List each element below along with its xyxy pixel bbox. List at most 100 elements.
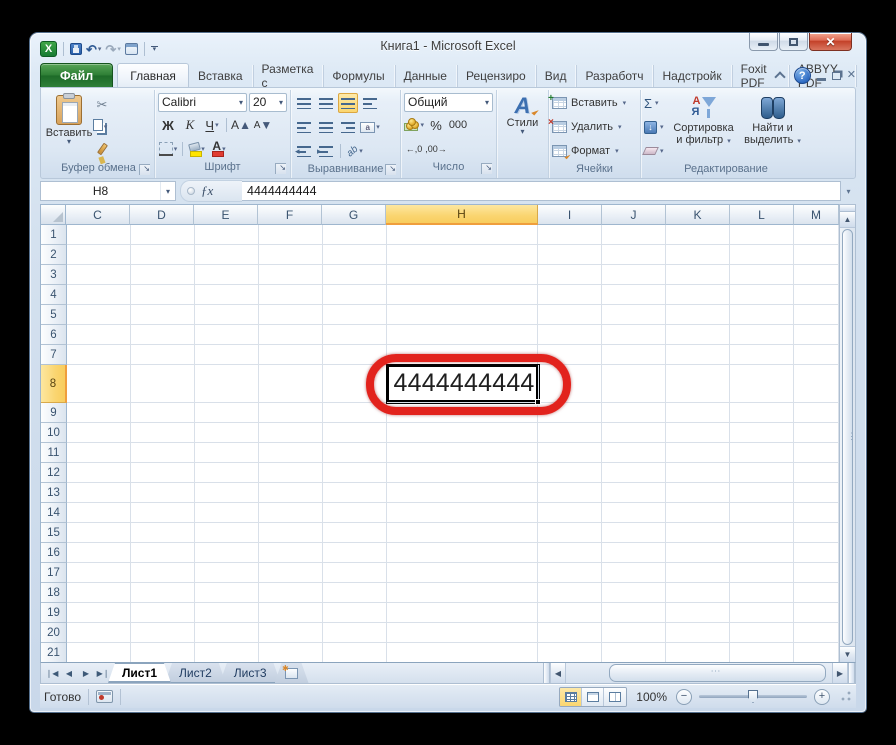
grid-cell[interactable]	[538, 503, 602, 523]
grid-cell[interactable]	[259, 285, 323, 305]
grid-cell[interactable]	[67, 563, 131, 583]
row-header[interactable]: 10	[41, 423, 67, 443]
font-family-select[interactable]: Calibri▾	[158, 93, 247, 112]
grid-cell[interactable]	[195, 623, 259, 643]
grid-cell[interactable]	[730, 463, 794, 483]
grid-cell[interactable]	[259, 443, 323, 463]
grid-cell[interactable]	[67, 403, 131, 423]
grid-cell[interactable]	[538, 623, 602, 643]
column-header[interactable]: I	[538, 205, 602, 225]
column-header[interactable]: D	[130, 205, 194, 225]
grid-cell[interactable]	[323, 443, 387, 463]
column-header[interactable]: F	[258, 205, 322, 225]
grid-cell[interactable]	[730, 503, 794, 523]
row-header[interactable]: 7	[41, 345, 67, 365]
split-handle[interactable]	[840, 205, 855, 212]
ribbon-tab[interactable]: Данные	[395, 65, 457, 87]
grid-cell[interactable]	[259, 423, 323, 443]
font-color-button[interactable]: А▾	[209, 139, 229, 159]
grid-cell[interactable]	[730, 345, 794, 365]
grid-cell[interactable]	[602, 483, 666, 503]
copy-button[interactable]: ▾	[92, 117, 112, 137]
resize-grip[interactable]	[839, 690, 852, 703]
grid-cell[interactable]	[259, 523, 323, 543]
grid-cell[interactable]	[67, 225, 131, 245]
grid-cell[interactable]	[602, 225, 666, 245]
ribbon-tab[interactable]: Разработч	[576, 65, 653, 87]
grid-cell[interactable]	[666, 583, 730, 603]
grid-cell[interactable]	[387, 225, 539, 245]
scrollbar-thumb[interactable]	[842, 229, 853, 645]
grid-cell[interactable]	[539, 365, 603, 403]
grid-cell[interactable]	[602, 365, 666, 403]
grid-cell[interactable]	[538, 463, 602, 483]
dialog-launcher-icon[interactable]	[385, 164, 396, 175]
grid-cell[interactable]	[323, 563, 387, 583]
grid-cell[interactable]	[131, 365, 195, 403]
grid-cell[interactable]	[794, 503, 839, 523]
grid-cell[interactable]	[538, 523, 602, 543]
undo-button[interactable]: ↶▾	[86, 43, 101, 56]
row-header[interactable]: 9	[41, 403, 67, 423]
align-left-button[interactable]	[294, 117, 314, 137]
grid-cell[interactable]	[67, 365, 131, 403]
grid-cell[interactable]	[387, 305, 539, 325]
grid-cell[interactable]	[538, 245, 602, 265]
grid-cell[interactable]	[602, 245, 666, 265]
grid-cell[interactable]	[131, 443, 195, 463]
grid-cell[interactable]	[538, 265, 602, 285]
grid-cell[interactable]	[602, 423, 666, 443]
number-format-select[interactable]: Общий▾	[404, 93, 493, 112]
grid-cell[interactable]	[794, 443, 839, 463]
grid-cell[interactable]	[195, 443, 259, 463]
grid-cell[interactable]	[794, 403, 839, 423]
grid-cell[interactable]	[195, 305, 259, 325]
grid-cell[interactable]	[666, 423, 730, 443]
grid-cell[interactable]	[195, 543, 259, 563]
grid-cell[interactable]	[730, 643, 794, 662]
fill-handle[interactable]	[535, 399, 541, 405]
expand-formula-bar-icon[interactable]: ▾	[841, 181, 856, 201]
grid-cell[interactable]	[259, 365, 323, 403]
row-header[interactable]: 8	[41, 365, 67, 403]
delete-cells-button[interactable]: Удалить▾	[552, 116, 637, 138]
row-header[interactable]: 13	[41, 483, 67, 503]
grid-cell[interactable]	[195, 423, 259, 443]
restore-button[interactable]	[779, 33, 808, 51]
grid-cell[interactable]	[131, 523, 195, 543]
grid-cell[interactable]	[323, 483, 387, 503]
grid-cell[interactable]	[666, 563, 730, 583]
grid-cell[interactable]	[195, 523, 259, 543]
column-header[interactable]: H	[386, 205, 538, 225]
grid-cell[interactable]	[794, 225, 839, 245]
grid-cell[interactable]	[387, 463, 539, 483]
row-header[interactable]: 21	[41, 643, 67, 662]
name-box[interactable]: H8 ▾	[40, 181, 176, 201]
grid-cell[interactable]	[387, 265, 539, 285]
row-header[interactable]: 20	[41, 623, 67, 643]
grid-cell[interactable]	[323, 403, 387, 423]
grid-cell[interactable]	[131, 305, 195, 325]
grid-cell[interactable]	[730, 365, 794, 403]
borders-button[interactable]: ▾	[158, 139, 178, 159]
page-layout-view-button[interactable]	[582, 688, 604, 706]
grid-cell[interactable]	[666, 325, 730, 345]
zoom-out-button[interactable]: −	[676, 689, 692, 705]
grid-cell[interactable]	[67, 603, 131, 623]
grid-cell[interactable]	[602, 305, 666, 325]
grid-cell[interactable]	[602, 623, 666, 643]
grid-cell[interactable]	[387, 543, 539, 563]
row-header[interactable]: 19	[41, 603, 67, 623]
sheet-tab[interactable]: Лист2	[165, 663, 226, 683]
first-sheet-icon[interactable]: ❘◀	[44, 665, 60, 681]
grid-cell[interactable]	[131, 325, 195, 345]
row-header[interactable]: 17	[41, 563, 67, 583]
grid-cell[interactable]	[794, 345, 839, 365]
grid-cell[interactable]	[323, 603, 387, 623]
grid-cell[interactable]	[602, 443, 666, 463]
row-header[interactable]: 15	[41, 523, 67, 543]
grid-cell[interactable]	[67, 285, 131, 305]
grid-cell[interactable]	[131, 543, 195, 563]
increase-decimal-button[interactable]: ←,0	[404, 139, 424, 159]
align-center-button[interactable]	[316, 117, 336, 137]
